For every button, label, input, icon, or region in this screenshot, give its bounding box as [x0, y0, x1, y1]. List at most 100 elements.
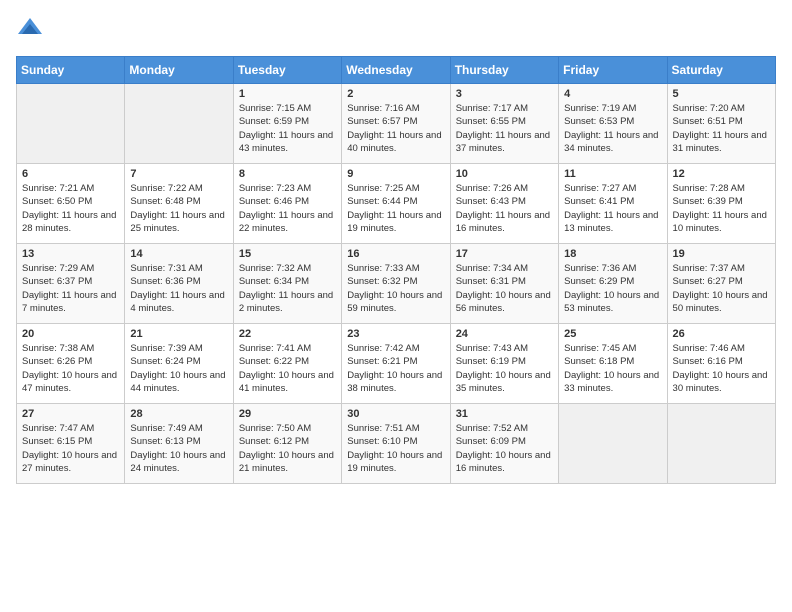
day-number: 13	[22, 248, 119, 260]
day-info: Sunrise: 7:39 AMSunset: 6:24 PMDaylight:…	[130, 342, 227, 395]
day-number: 7	[130, 168, 227, 180]
calendar-day-cell	[125, 84, 233, 164]
calendar-week-row: 1 Sunrise: 7:15 AMSunset: 6:59 PMDaylight…	[17, 84, 776, 164]
day-number: 9	[347, 168, 444, 180]
day-info: Sunrise: 7:33 AMSunset: 6:32 PMDaylight:…	[347, 262, 444, 315]
calendar-day-cell	[17, 84, 125, 164]
day-number: 27	[22, 408, 119, 420]
day-info: Sunrise: 7:52 AMSunset: 6:09 PMDaylight:…	[456, 422, 553, 475]
calendar-body: 1 Sunrise: 7:15 AMSunset: 6:59 PMDaylight…	[17, 84, 776, 484]
day-info: Sunrise: 7:36 AMSunset: 6:29 PMDaylight:…	[564, 262, 661, 315]
day-info: Sunrise: 7:51 AMSunset: 6:10 PMDaylight:…	[347, 422, 444, 475]
day-number: 31	[456, 408, 553, 420]
day-info: Sunrise: 7:23 AMSunset: 6:46 PMDaylight:…	[239, 182, 336, 235]
calendar-day-cell: 19 Sunrise: 7:37 AMSunset: 6:27 PMDayligh…	[667, 244, 775, 324]
day-info: Sunrise: 7:32 AMSunset: 6:34 PMDaylight:…	[239, 262, 336, 315]
day-info: Sunrise: 7:43 AMSunset: 6:19 PMDaylight:…	[456, 342, 553, 395]
weekday-header: Tuesday	[233, 57, 341, 84]
day-info: Sunrise: 7:15 AMSunset: 6:59 PMDaylight:…	[239, 102, 336, 155]
weekday-row: SundayMondayTuesdayWednesdayThursdayFrid…	[17, 57, 776, 84]
calendar-day-cell: 28 Sunrise: 7:49 AMSunset: 6:13 PMDayligh…	[125, 404, 233, 484]
calendar-day-cell: 13 Sunrise: 7:29 AMSunset: 6:37 PMDayligh…	[17, 244, 125, 324]
calendar-day-cell: 2Sunrise: 7:16 AMSunset: 6:57 PMDaylight…	[342, 84, 450, 164]
calendar-day-cell: 25 Sunrise: 7:45 AMSunset: 6:18 PMDayligh…	[559, 324, 667, 404]
calendar-header: SundayMondayTuesdayWednesdayThursdayFrid…	[17, 57, 776, 84]
day-number: 14	[130, 248, 227, 260]
day-number: 30	[347, 408, 444, 420]
calendar-day-cell: 17Sunrise: 7:34 AMSunset: 6:31 PMDayligh…	[450, 244, 558, 324]
day-number: 3	[456, 88, 553, 100]
day-number: 17	[456, 248, 553, 260]
day-number: 24	[456, 328, 553, 340]
calendar-day-cell: 10Sunrise: 7:26 AMSunset: 6:43 PMDayligh…	[450, 164, 558, 244]
calendar-day-cell: 6 Sunrise: 7:21 AMSunset: 6:50 PMDaylight…	[17, 164, 125, 244]
calendar-day-cell: 23 Sunrise: 7:42 AMSunset: 6:21 PMDayligh…	[342, 324, 450, 404]
day-info: Sunrise: 7:19 AMSunset: 6:53 PMDaylight:…	[564, 102, 661, 155]
calendar-day-cell	[559, 404, 667, 484]
day-info: Sunrise: 7:29 AMSunset: 6:37 PMDaylight:…	[22, 262, 119, 315]
day-number: 4	[564, 88, 661, 100]
day-info: Sunrise: 7:41 AMSunset: 6:22 PMDaylight:…	[239, 342, 336, 395]
page-header	[16, 16, 776, 44]
day-number: 8	[239, 168, 336, 180]
day-number: 6	[22, 168, 119, 180]
calendar-day-cell: 3 Sunrise: 7:17 AMSunset: 6:55 PMDaylight…	[450, 84, 558, 164]
calendar-day-cell: 24 Sunrise: 7:43 AMSunset: 6:19 PMDayligh…	[450, 324, 558, 404]
day-number: 23	[347, 328, 444, 340]
day-info: Sunrise: 7:42 AMSunset: 6:21 PMDaylight:…	[347, 342, 444, 395]
calendar-day-cell: 1 Sunrise: 7:15 AMSunset: 6:59 PMDaylight…	[233, 84, 341, 164]
day-info: Sunrise: 7:27 AMSunset: 6:41 PMDaylight:…	[564, 182, 661, 235]
calendar-day-cell	[667, 404, 775, 484]
day-info: Sunrise: 7:49 AMSunset: 6:13 PMDaylight:…	[130, 422, 227, 475]
calendar-day-cell: 15 Sunrise: 7:32 AMSunset: 6:34 PMDayligh…	[233, 244, 341, 324]
calendar-week-row: 27Sunrise: 7:47 AMSunset: 6:15 PMDayligh…	[17, 404, 776, 484]
calendar-week-row: 6 Sunrise: 7:21 AMSunset: 6:50 PMDaylight…	[17, 164, 776, 244]
day-number: 18	[564, 248, 661, 260]
day-info: Sunrise: 7:21 AMSunset: 6:50 PMDaylight:…	[22, 182, 119, 235]
day-number: 10	[456, 168, 553, 180]
calendar-day-cell: 21 Sunrise: 7:39 AMSunset: 6:24 PMDayligh…	[125, 324, 233, 404]
calendar-day-cell: 20Sunrise: 7:38 AMSunset: 6:26 PMDayligh…	[17, 324, 125, 404]
calendar-day-cell: 9 Sunrise: 7:25 AMSunset: 6:44 PMDaylight…	[342, 164, 450, 244]
day-info: Sunrise: 7:25 AMSunset: 6:44 PMDaylight:…	[347, 182, 444, 235]
logo-icon	[16, 16, 44, 44]
calendar-week-row: 13 Sunrise: 7:29 AMSunset: 6:37 PMDayligh…	[17, 244, 776, 324]
calendar-day-cell: 14 Sunrise: 7:31 AMSunset: 6:36 PMDayligh…	[125, 244, 233, 324]
calendar-day-cell: 8 Sunrise: 7:23 AMSunset: 6:46 PMDaylight…	[233, 164, 341, 244]
calendar-day-cell: 18 Sunrise: 7:36 AMSunset: 6:29 PMDayligh…	[559, 244, 667, 324]
day-number: 11	[564, 168, 661, 180]
calendar-day-cell: 12 Sunrise: 7:28 AMSunset: 6:39 PMDayligh…	[667, 164, 775, 244]
calendar-day-cell: 11 Sunrise: 7:27 AMSunset: 6:41 PMDayligh…	[559, 164, 667, 244]
calendar-day-cell: 26 Sunrise: 7:46 AMSunset: 6:16 PMDayligh…	[667, 324, 775, 404]
calendar-day-cell: 30 Sunrise: 7:51 AMSunset: 6:10 PMDayligh…	[342, 404, 450, 484]
day-number: 12	[673, 168, 770, 180]
day-number: 1	[239, 88, 336, 100]
calendar-day-cell: 4 Sunrise: 7:19 AMSunset: 6:53 PMDaylight…	[559, 84, 667, 164]
day-info: Sunrise: 7:37 AMSunset: 6:27 PMDaylight:…	[673, 262, 770, 315]
weekday-header: Sunday	[17, 57, 125, 84]
weekday-header: Friday	[559, 57, 667, 84]
calendar-day-cell: 16 Sunrise: 7:33 AMSunset: 6:32 PMDayligh…	[342, 244, 450, 324]
day-number: 22	[239, 328, 336, 340]
day-number: 2	[347, 88, 444, 100]
day-number: 19	[673, 248, 770, 260]
day-info: Sunrise: 7:28 AMSunset: 6:39 PMDaylight:…	[673, 182, 770, 235]
day-number: 16	[347, 248, 444, 260]
calendar-day-cell: 31 Sunrise: 7:52 AMSunset: 6:09 PMDayligh…	[450, 404, 558, 484]
day-number: 15	[239, 248, 336, 260]
day-info: Sunrise: 7:46 AMSunset: 6:16 PMDaylight:…	[673, 342, 770, 395]
day-info: Sunrise: 7:17 AMSunset: 6:55 PMDaylight:…	[456, 102, 553, 155]
weekday-header: Thursday	[450, 57, 558, 84]
calendar-table: SundayMondayTuesdayWednesdayThursdayFrid…	[16, 56, 776, 484]
day-number: 28	[130, 408, 227, 420]
logo	[16, 16, 48, 44]
day-number: 20	[22, 328, 119, 340]
day-info: Sunrise: 7:22 AMSunset: 6:48 PMDaylight:…	[130, 182, 227, 235]
day-info: Sunrise: 7:20 AMSunset: 6:51 PMDaylight:…	[673, 102, 770, 155]
day-info: Sunrise: 7:31 AMSunset: 6:36 PMDaylight:…	[130, 262, 227, 315]
day-number: 21	[130, 328, 227, 340]
day-number: 25	[564, 328, 661, 340]
day-number: 26	[673, 328, 770, 340]
day-number: 29	[239, 408, 336, 420]
day-info: Sunrise: 7:45 AMSunset: 6:18 PMDaylight:…	[564, 342, 661, 395]
